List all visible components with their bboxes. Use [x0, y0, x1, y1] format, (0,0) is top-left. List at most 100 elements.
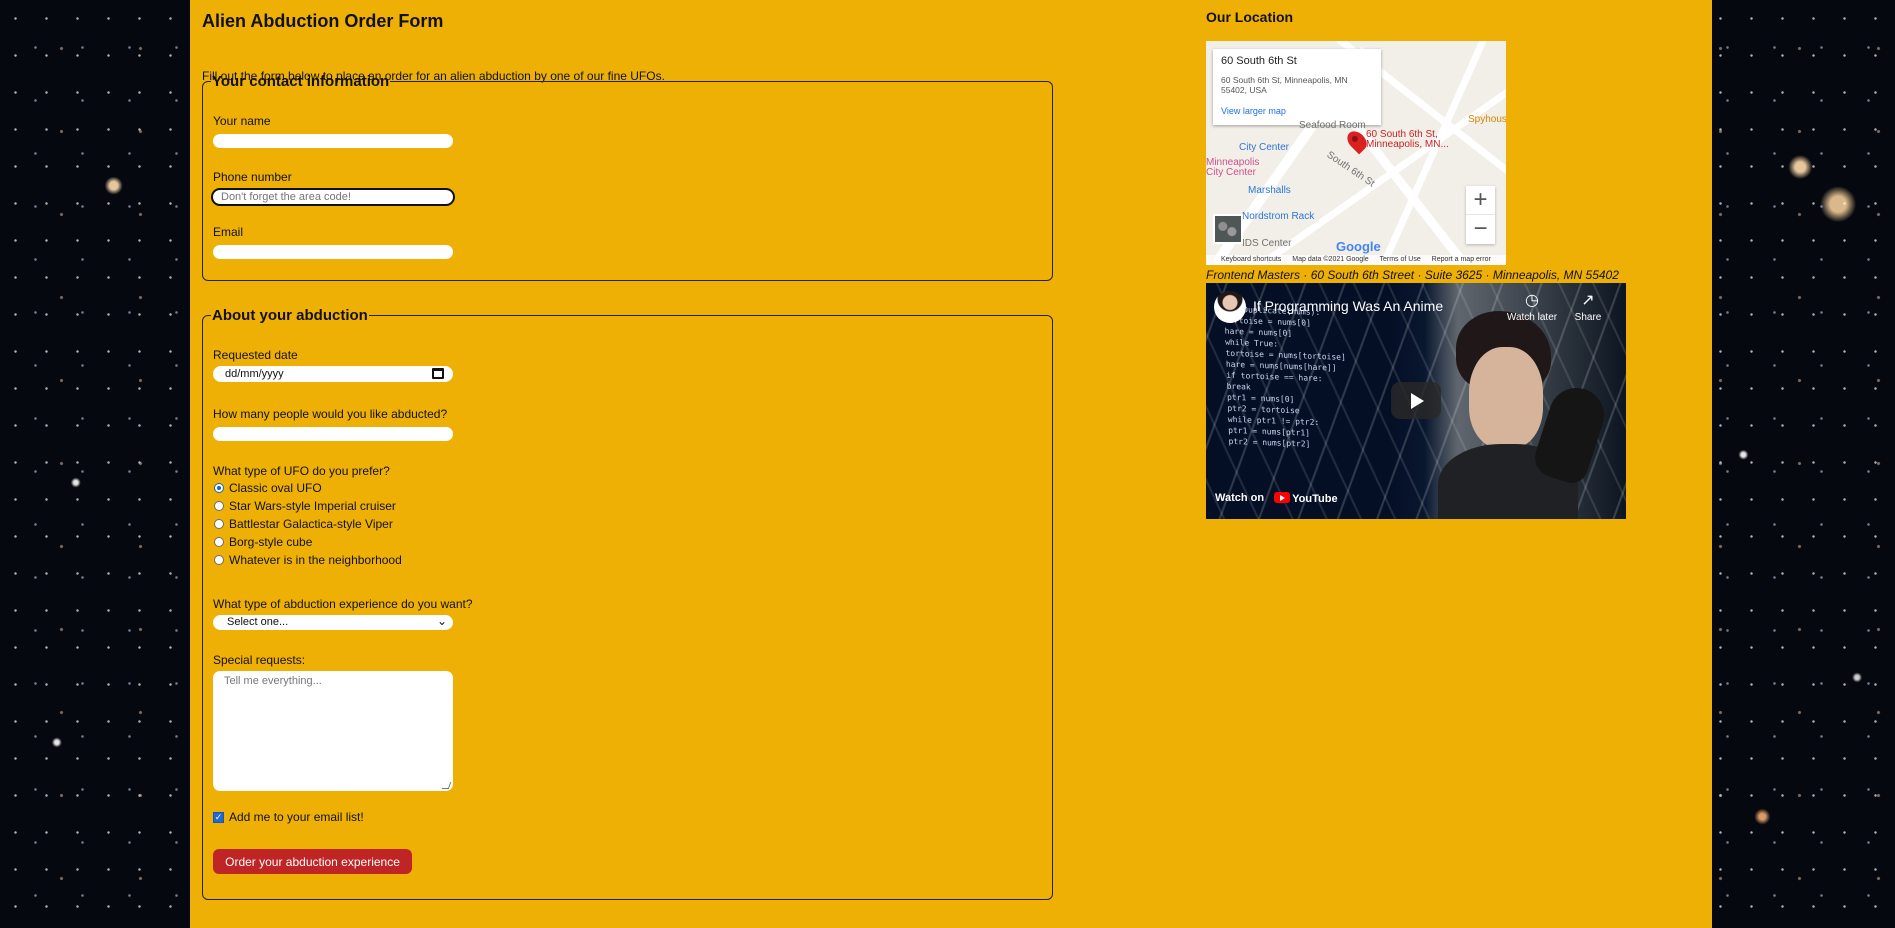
submit-field-group: Order your abduction experience — [213, 849, 412, 874]
google-logo: Google — [1336, 239, 1381, 254]
ufo-option-label: Classic oval UFO — [229, 481, 322, 495]
experience-select[interactable]: Select one... ⌄ — [213, 614, 453, 630]
map-place-label: Spyhouse — [1468, 114, 1506, 125]
radio-icon[interactable] — [214, 519, 224, 529]
resize-handle-icon[interactable] — [441, 782, 452, 789]
contact-information-legend: Your contact information — [212, 73, 390, 90]
map-place-label: City Center — [1239, 142, 1290, 153]
report-map-error-link[interactable]: Report a map error — [1432, 256, 1491, 263]
order-abduction-button[interactable]: Order your abduction experience — [213, 849, 412, 874]
page-title: Alien Abduction Order Form — [202, 11, 444, 31]
radio-selected-icon[interactable] — [214, 483, 224, 493]
special-requests-placeholder: Tell me everything... — [224, 675, 322, 687]
map-place-label: IDS Center — [1242, 238, 1292, 249]
share-icon: ↗ — [1581, 292, 1595, 309]
map-address-line: 55402, USA — [1221, 85, 1267, 96]
date-label: Requested date — [213, 348, 298, 362]
clock-icon: ◷ — [1525, 292, 1539, 309]
map-place-card: 60 South 6th St 60 South 6th St, Minneap… — [1213, 49, 1381, 125]
people-count-input[interactable] — [213, 427, 453, 441]
date-field-group: Requested date dd/mm/yyyy — [213, 348, 453, 382]
experience-field-group: What type of abduction experience do you… — [213, 597, 473, 630]
map-street-label: South 6th St — [1324, 149, 1377, 190]
ufo-option-viper[interactable]: Battlestar Galactica-style Viper — [213, 515, 402, 533]
special-requests-label: Special requests: — [213, 653, 306, 667]
youtube-logo: YouTube — [1274, 492, 1338, 505]
phone-field-group: Phone number — [211, 170, 455, 206]
name-field-group: Your name — [213, 114, 453, 148]
chevron-down-icon: ⌄ — [436, 614, 447, 628]
zoom-out-button[interactable]: − — [1466, 215, 1495, 244]
map-place-label: Nordstrom Rack — [1242, 211, 1315, 222]
ufo-option-imperial-cruiser[interactable]: Star Wars-style Imperial cruiser — [213, 497, 402, 515]
calendar-icon[interactable] — [432, 368, 444, 379]
map-address-line: 60 South 6th St, Minneapolis, MN — [1221, 75, 1348, 85]
phone-label: Phone number — [213, 170, 292, 184]
map-place-label: Seafood Room — [1299, 120, 1366, 131]
youtube-video-embed[interactable]: 2526272829303132 findDuplicate(nums): to… — [1206, 283, 1626, 519]
ufo-type-label: What type of UFO do you prefer? — [213, 464, 390, 478]
main-panel: Alien Abduction Order Form Fill out the … — [190, 0, 1712, 928]
experience-label: What type of abduction experience do you… — [213, 597, 473, 611]
people-count-field-group: How many people would you like abducted? — [213, 407, 453, 441]
google-map[interactable]: 60 South 6th St 60 South 6th St, Minneap… — [1206, 41, 1506, 265]
date-placeholder: dd/mm/yyyy — [225, 368, 284, 380]
email-field-group: Email — [213, 225, 453, 259]
name-label: Your name — [213, 114, 271, 128]
play-button[interactable] — [1391, 382, 1441, 419]
map-data-text: Map data ©2021 Google — [1292, 256, 1369, 263]
keyboard-shortcuts-link[interactable]: Keyboard shortcuts — [1221, 256, 1281, 263]
video-title[interactable]: If Programming Was An Anime — [1253, 298, 1443, 314]
satellite-layer-button[interactable] — [1213, 214, 1243, 244]
youtube-wordmark: YouTube — [1292, 493, 1338, 505]
checkmark-icon[interactable]: ✓ — [213, 811, 224, 823]
youtube-play-icon — [1274, 492, 1291, 503]
channel-avatar[interactable] — [1214, 291, 1246, 323]
presenter-face — [1469, 347, 1543, 448]
location-title: Our Location — [1206, 9, 1294, 25]
email-list-checkbox-row[interactable]: ✓ Add me to your email list! — [213, 810, 364, 824]
watch-on-label: Watch on — [1215, 492, 1265, 504]
ufo-option-borg-cube[interactable]: Borg-style cube — [213, 533, 402, 551]
abduction-details-legend: About your abduction — [212, 307, 368, 324]
email-label: Email — [213, 225, 244, 239]
code-snippet: findDuplicate(nums): tortoise = nums[0] … — [1224, 304, 1414, 500]
phone-input[interactable] — [211, 188, 455, 206]
ufo-option-label: Battlestar Galactica-style Viper — [229, 517, 393, 531]
ufo-option-label: Borg-style cube — [229, 535, 313, 549]
special-requests-textarea[interactable]: Tell me everything... — [213, 671, 453, 791]
ufo-option-neighborhood[interactable]: Whatever is in the neighborhood — [213, 551, 402, 569]
map-zoom-controls: + − — [1466, 186, 1495, 244]
email-input[interactable] — [213, 245, 453, 259]
map-place-address: 60 South 6th St, Minneapolis, MN 55402, … — [1221, 75, 1373, 95]
map-place-label: Minneapolis City Center — [1206, 157, 1260, 178]
radio-icon[interactable] — [214, 555, 224, 565]
map-pin-label: 60 South 6th St, Minneapolis, MN... — [1366, 130, 1449, 150]
date-input[interactable]: dd/mm/yyyy — [213, 366, 453, 382]
watch-later-label: Watch later — [1506, 312, 1558, 323]
watch-on-youtube-link[interactable]: Watch on YouTube — [1215, 492, 1338, 505]
people-count-label: How many people would you like abducted? — [213, 407, 448, 421]
special-requests-field-group: Special requests: Tell me everything... — [213, 653, 453, 791]
watch-later-button[interactable]: ◷ Watch later — [1504, 292, 1560, 324]
abduction-details-fieldset: About your abduction Requested date dd/m… — [202, 307, 1053, 900]
ufo-option-label: Star Wars-style Imperial cruiser — [229, 499, 396, 513]
ufo-type-group: What type of UFO do you prefer? Classic … — [213, 464, 402, 569]
share-button[interactable]: ↗ Share — [1560, 292, 1616, 324]
map-place-name: 60 South 6th St — [1221, 55, 1297, 67]
location-address: Frontend Masters · 60 South 6th Street ·… — [1206, 268, 1619, 282]
ufo-option-label: Whatever is in the neighborhood — [229, 553, 402, 567]
zoom-in-button[interactable]: + — [1466, 186, 1495, 215]
view-larger-map-link[interactable]: View larger map — [1221, 106, 1373, 116]
radio-icon[interactable] — [214, 537, 224, 547]
radio-icon[interactable] — [214, 501, 224, 511]
contact-information-fieldset: Your contact information Your name Phone… — [202, 73, 1053, 281]
name-input[interactable] — [213, 134, 453, 148]
ufo-option-classic-oval[interactable]: Classic oval UFO — [213, 479, 402, 497]
map-footer: Keyboard shortcuts Map data ©2021 Google… — [1206, 255, 1506, 265]
email-list-label: Add me to your email list! — [229, 810, 364, 824]
experience-selected-value: Select one... — [227, 616, 289, 628]
map-pin-label-line: Minneapolis, MN... — [1366, 139, 1449, 150]
map-place-label: Marshalls — [1248, 185, 1291, 196]
terms-of-use-link[interactable]: Terms of Use — [1379, 256, 1420, 263]
